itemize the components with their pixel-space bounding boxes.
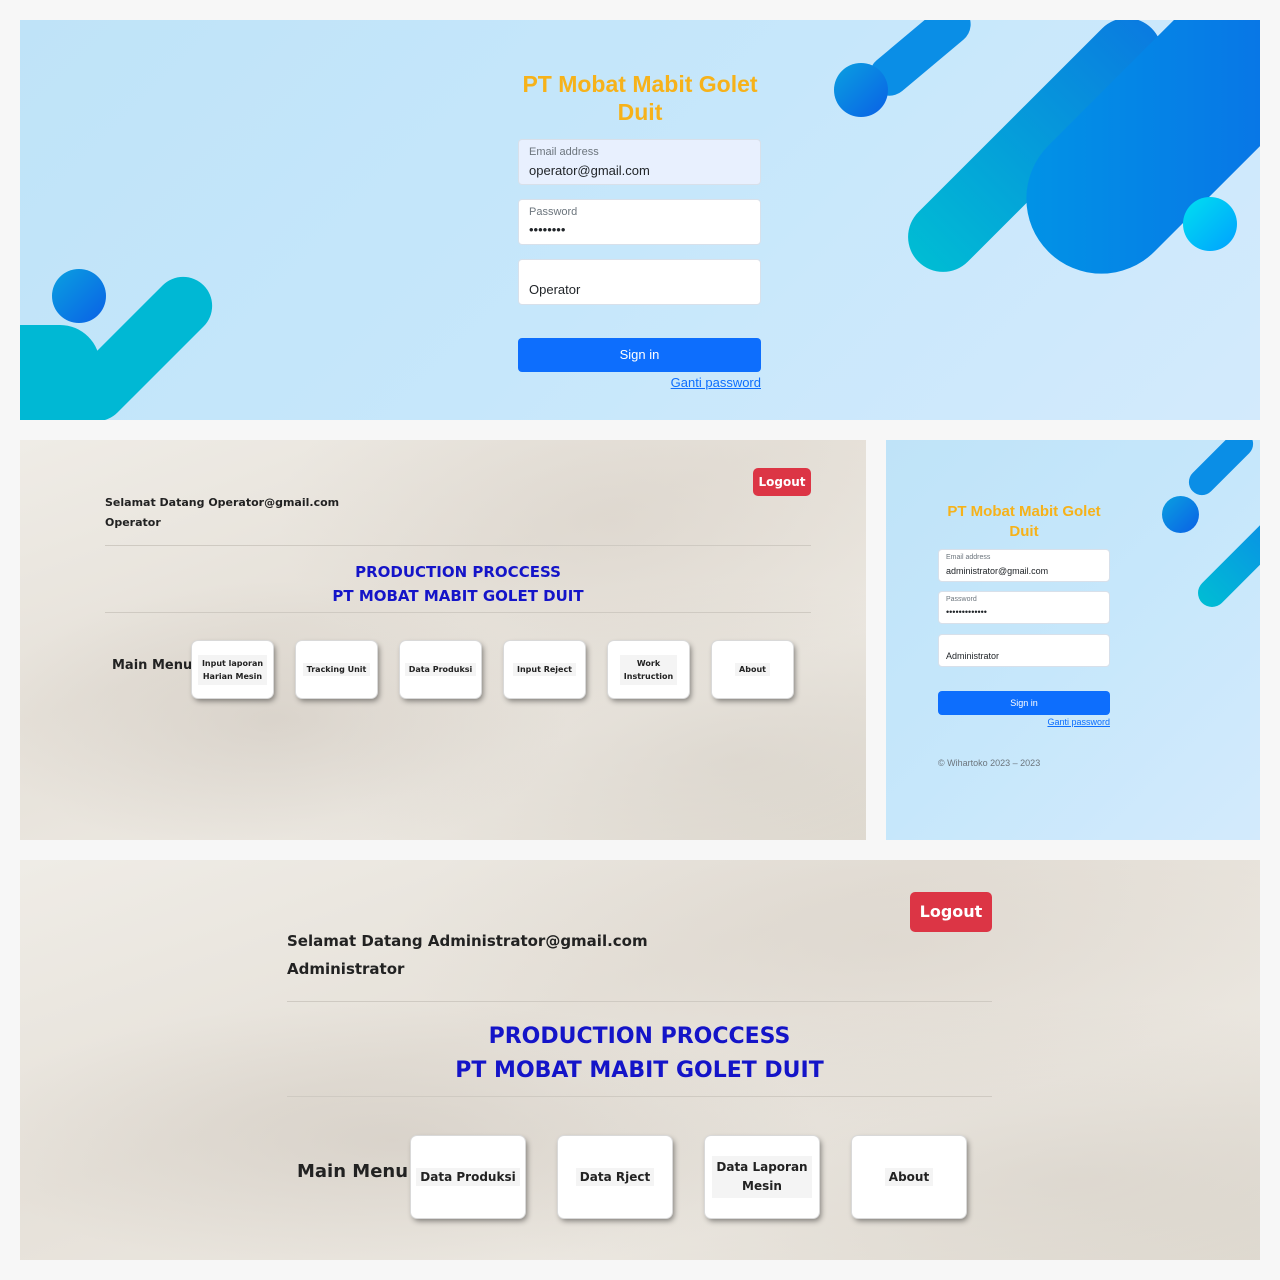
role-select[interactable]: Operator bbox=[518, 259, 761, 305]
logout-button[interactable]: Logout bbox=[753, 468, 811, 496]
sign-in-button[interactable]: Sign in bbox=[518, 338, 761, 372]
menu-card-line: Input laporan bbox=[201, 658, 264, 668]
divider bbox=[105, 545, 811, 546]
menu-card-line: Work bbox=[636, 658, 661, 668]
email-value: operator@gmail.com bbox=[529, 163, 650, 178]
menu-card-label: Input laporan Harian Mesin bbox=[197, 654, 268, 685]
role-text: Administrator bbox=[287, 960, 405, 978]
divider bbox=[287, 1001, 992, 1002]
decor-circle bbox=[1183, 197, 1237, 251]
menu-work-instruction[interactable]: Work Instruction bbox=[608, 641, 689, 698]
menu-about[interactable]: About bbox=[852, 1136, 966, 1218]
logout-button[interactable]: Logout bbox=[910, 892, 992, 932]
main-menu-label: Main Menu bbox=[297, 1161, 409, 1182]
operator-dashboard-panel: Logout Selamat Datang Operator@gmail.com… bbox=[20, 440, 866, 840]
decor-shape bbox=[20, 325, 100, 420]
main-menu-label: Main Menu bbox=[112, 658, 193, 673]
role-select[interactable]: Administrator bbox=[938, 634, 1110, 667]
password-value: ••••••••••••• bbox=[946, 607, 987, 617]
menu-card-label: Data Laporan Mesin bbox=[712, 1156, 812, 1198]
menu-data-reject[interactable]: Data Rject bbox=[558, 1136, 672, 1218]
page-title: PRODUCTION PROCCESS PT MOBAT MABIT GOLET… bbox=[332, 563, 584, 605]
role-value: Administrator bbox=[946, 651, 1000, 661]
menu-input-laporan-harian[interactable]: Input laporan Harian Mesin bbox=[192, 641, 273, 698]
ganti-password-link[interactable]: Ganti password bbox=[621, 375, 761, 390]
menu-card-label: About bbox=[735, 663, 770, 676]
operator-login-panel: PT Mobat Mabit Golet Duit Email address … bbox=[20, 20, 1260, 420]
decor-shape bbox=[1192, 515, 1260, 613]
menu-card-line: Data Laporan bbox=[716, 1160, 808, 1174]
sign-in-button[interactable]: Sign in bbox=[938, 691, 1110, 715]
page-title: PRODUCTION PROCCESS PT MOBAT MABIT GOLET… bbox=[455, 1024, 824, 1083]
decor-circle bbox=[834, 63, 888, 117]
brand-title: PT Mobat Mabit Golet Duit bbox=[522, 71, 758, 125]
menu-card-label: Data Produksi bbox=[404, 663, 477, 676]
divider bbox=[287, 1096, 992, 1097]
decor-circle bbox=[52, 269, 106, 323]
menu-data-produksi[interactable]: Data Produksi bbox=[411, 1136, 525, 1218]
ganti-password-link[interactable]: Ganti password bbox=[1010, 717, 1110, 727]
menu-card-line: Harian Mesin bbox=[202, 671, 263, 681]
menu-data-laporan-mesin[interactable]: Data Laporan Mesin bbox=[705, 1136, 819, 1218]
divider bbox=[105, 612, 811, 613]
admin-login-panel: PT Mobat Mabit Golet Duit Email address … bbox=[886, 440, 1260, 840]
email-field[interactable]: Email address operator@gmail.com bbox=[518, 139, 761, 185]
password-field[interactable]: Password ••••••••••••• bbox=[938, 591, 1110, 624]
menu-data-produksi[interactable]: Data Produksi bbox=[400, 641, 481, 698]
menu-card-line: Instruction bbox=[623, 671, 674, 681]
decor-shape bbox=[1183, 440, 1259, 501]
email-value: administrator@gmail.com bbox=[946, 566, 1049, 576]
password-field[interactable]: Password •••••••• bbox=[518, 199, 761, 245]
menu-card-line: Mesin bbox=[742, 1179, 782, 1193]
menu-card-label: Data Produksi bbox=[416, 1168, 520, 1186]
menu-tracking-unit[interactable]: Tracking Unit bbox=[296, 641, 377, 698]
menu-card-label: Work Instruction bbox=[619, 654, 678, 685]
email-field[interactable]: Email address administrator@gmail.com bbox=[938, 549, 1110, 582]
email-label: Email address bbox=[946, 554, 991, 561]
menu-card-label: About bbox=[884, 1168, 934, 1186]
brand-title: PT Mobat Mabit Golet Duit bbox=[947, 503, 1101, 540]
password-label: Password bbox=[946, 596, 977, 603]
welcome-text: Selamat Datang Administrator@gmail.com bbox=[287, 932, 648, 950]
role-value: Operator bbox=[529, 282, 581, 297]
email-label: Email address bbox=[529, 146, 599, 158]
menu-about[interactable]: About bbox=[712, 641, 793, 698]
admin-dashboard-panel: Logout Selamat Datang Administrator@gmai… bbox=[20, 860, 1260, 1260]
decor-circle bbox=[1162, 496, 1199, 533]
password-label: Password bbox=[529, 206, 578, 218]
welcome-text: Selamat Datang Operator@gmail.com bbox=[105, 496, 340, 509]
password-value: •••••••• bbox=[529, 222, 566, 237]
role-text: Operator bbox=[105, 516, 161, 529]
copyright-footer: © Wihartoko 2023 – 2023 bbox=[938, 758, 1041, 768]
menu-card-label: Data Rject bbox=[575, 1168, 655, 1186]
menu-card-label: Input Reject bbox=[512, 663, 577, 676]
menu-input-reject[interactable]: Input Reject bbox=[504, 641, 585, 698]
menu-card-label: Tracking Unit bbox=[302, 663, 371, 676]
